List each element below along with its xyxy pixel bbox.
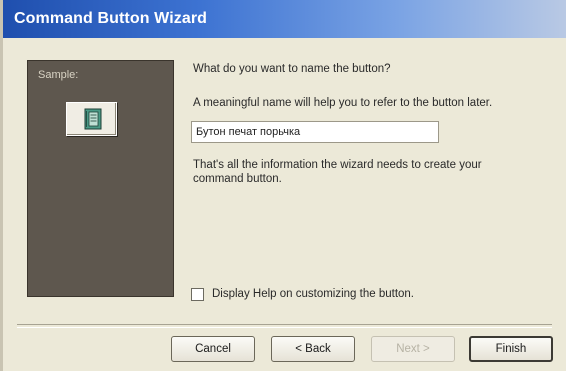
sample-label: Sample: <box>38 69 79 81</box>
info-text: That's all the information the wizard ne… <box>193 159 482 185</box>
wizard-window: Command Button Wizard Sample: What do yo… <box>0 0 566 371</box>
name-question: What do you want to name the button? <box>193 63 391 75</box>
cancel-button[interactable]: Cancel <box>171 336 255 362</box>
next-button[interactable]: Next > <box>371 336 455 362</box>
name-hint: A meaningful name will help you to refer… <box>193 97 493 109</box>
back-button[interactable]: < Back <box>271 336 355 362</box>
window-title: Command Button Wizard <box>14 10 208 27</box>
finish-button[interactable]: Finish <box>469 336 553 362</box>
help-checkbox[interactable] <box>191 288 204 301</box>
sample-button-preview <box>66 102 117 136</box>
help-checkbox-label[interactable]: Display Help on customizing the button. <box>212 288 414 300</box>
sample-panel: Sample: <box>27 60 174 297</box>
book-icon <box>84 108 102 130</box>
title-bar[interactable]: Command Button Wizard <box>3 0 566 38</box>
button-divider <box>17 324 552 328</box>
button-name-input[interactable] <box>191 121 439 143</box>
